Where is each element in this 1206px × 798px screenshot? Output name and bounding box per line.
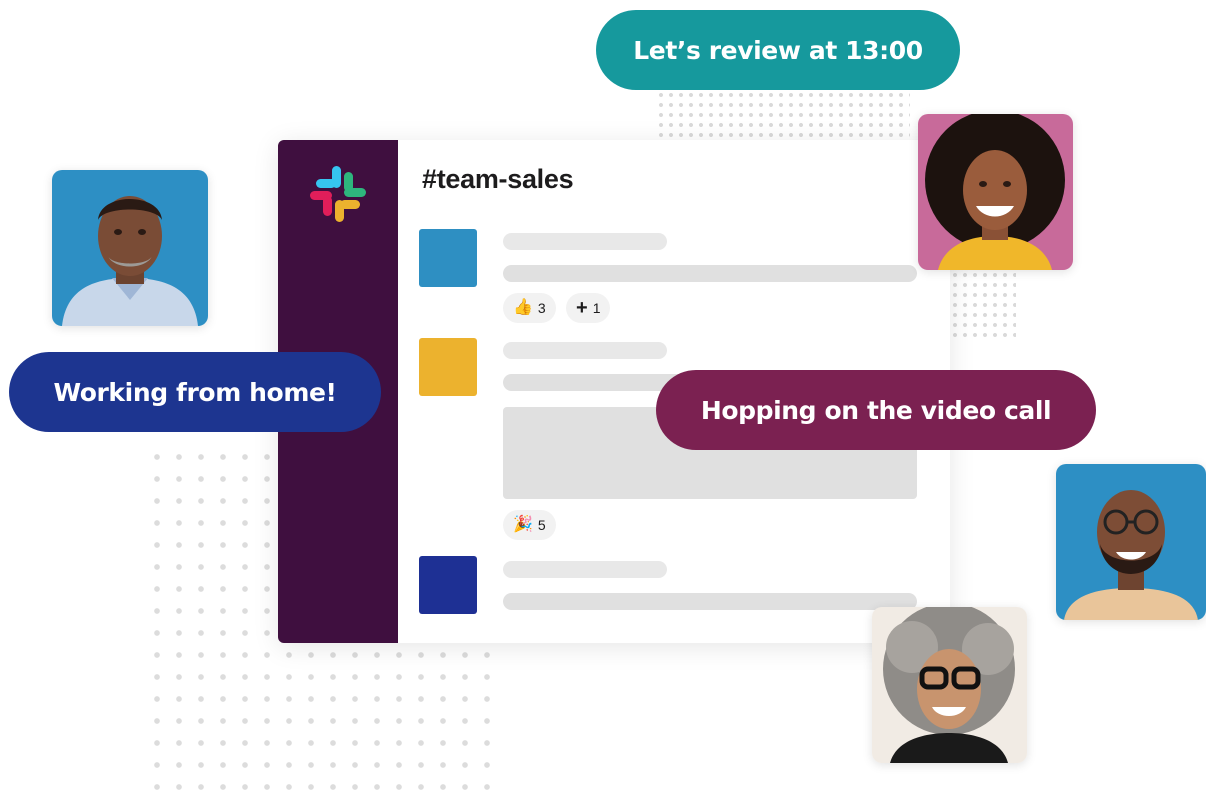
reaction-thumbs-up[interactable]: 👍 3 [503,293,556,323]
slack-logo-icon [310,166,366,222]
dot-grid-right [950,270,1016,340]
avatar-photo-man-blue-shirt [52,170,208,326]
reaction-count: 1 [592,300,601,316]
message-avatar[interactable] [419,229,477,287]
message-author-placeholder [503,342,667,359]
bubble-video-call: Hopping on the video call [656,370,1096,450]
reaction-count: 3 [537,300,546,316]
add-reaction-icon: + [576,297,588,319]
message-author-placeholder [503,233,667,250]
avatar-portrait-icon [52,170,208,326]
hero-illustration: #team-sales 👍 3 + 1 🎉 5 Let’s review at … [0,0,1206,798]
bubble-review: Let’s review at 13:00 [596,10,960,90]
reaction-add[interactable]: + 1 [566,293,611,323]
message-avatar[interactable] [419,338,477,396]
channel-title: #team-sales [422,164,574,194]
bubble-working-from-home: Working from home! [9,352,381,432]
avatar-portrait-icon [1056,464,1206,620]
party-popper-icon: 🎉 [513,516,533,533]
avatar-portrait-icon [872,607,1027,763]
reaction-party[interactable]: 🎉 5 [503,510,556,540]
message-text-placeholder [503,593,917,610]
message-author-placeholder [503,561,667,578]
dot-grid-top [656,90,910,142]
message-avatar[interactable] [419,556,477,614]
avatar-photo-woman-curly-hair [918,114,1073,270]
avatar-photo-woman-grey-hair [872,607,1027,763]
message-text-placeholder [503,265,917,282]
reaction-count: 5 [537,517,546,533]
thumbs-up-icon: 👍 [513,299,533,316]
avatar-portrait-icon [918,114,1073,270]
avatar-photo-man-glasses [1056,464,1206,620]
